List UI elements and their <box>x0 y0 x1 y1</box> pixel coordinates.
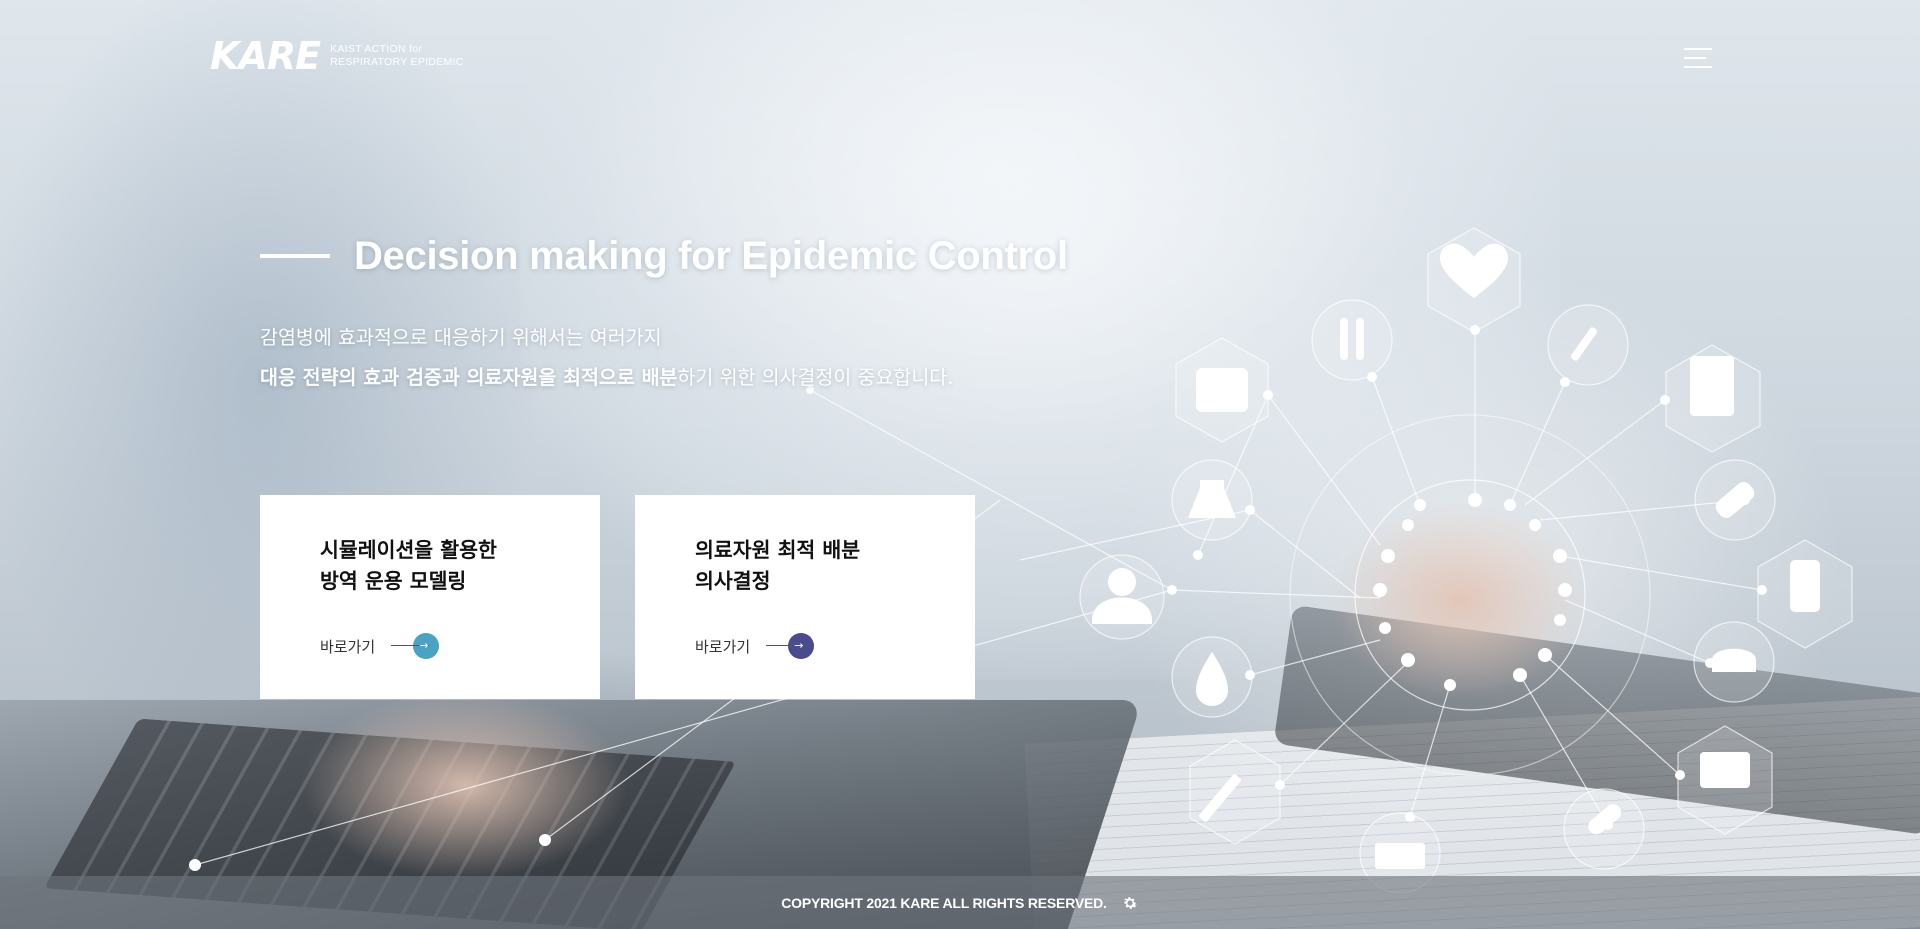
hero-background <box>0 0 1920 929</box>
card-title: 의료자원 최적 배분 의사결정 <box>695 535 975 597</box>
card-shortcut-link[interactable]: 바로가기 → <box>320 633 440 659</box>
hero-description: 감염병에 효과적으로 대응하기 위해서는 여러가지 대응 전략의 효과 검증과 … <box>260 318 953 398</box>
logo-subtitle-line1: KAIST ACTION for <box>330 43 423 55</box>
menu-bar <box>1684 66 1712 68</box>
logo-subtitle-line2: RESPIRATORY EPIDEMIC <box>330 56 464 68</box>
card-title-line2: 의사결정 <box>695 569 771 593</box>
logo-subtitle: KAIST ACTION for RESPIRATORY EPIDEMIC <box>330 43 464 69</box>
card-title: 시뮬레이션을 활용한 방역 운용 모델링 <box>320 535 600 597</box>
card-resource-allocation[interactable]: 의료자원 최적 배분 의사결정 바로가기 → <box>635 495 975 699</box>
card-shortcut-link[interactable]: 바로가기 → <box>695 633 815 659</box>
copyright-text: COPYRIGHT 2021 KARE ALL RIGHTS RESERVED. <box>781 894 1107 911</box>
title-accent-line <box>260 254 330 258</box>
hero-desc-line2-rest: 하기 위한 의사결정이 중요합니다. <box>677 366 954 389</box>
hero-desc-line2: 대응 전략의 효과 검증과 의료자원을 최적으로 배분하기 위한 의사결정이 중… <box>260 358 953 398</box>
footer: COPYRIGHT 2021 KARE ALL RIGHTS RESERVED. <box>0 876 1920 929</box>
medical-network-graphic <box>189 227 1853 894</box>
site-logo[interactable]: KARE KAIST ACTION for RESPIRATORY EPIDEM… <box>210 37 464 75</box>
menu-bar <box>1684 57 1706 59</box>
shortcut-label: 바로가기 <box>695 637 751 656</box>
hero-desc-line1: 감염병에 효과적으로 대응하기 위해서는 여러가지 <box>260 326 662 349</box>
arrow-head: → <box>794 639 804 652</box>
hero-title: Decision making for Epidemic Control <box>354 234 1068 278</box>
arrow-right-icon[interactable]: → <box>766 633 815 659</box>
card-title-line2: 방역 운용 모델링 <box>320 569 467 593</box>
hamburger-menu-icon[interactable] <box>1684 48 1712 72</box>
card-simulation-modeling[interactable]: 시뮬레이션을 활용한 방역 운용 모델링 바로가기 → <box>260 495 600 699</box>
gear-icon[interactable] <box>1121 894 1139 912</box>
arrow-right-icon[interactable]: → <box>391 633 440 659</box>
card-title-line1: 시뮬레이션을 활용한 <box>320 538 497 562</box>
arrow-head: → <box>419 639 429 652</box>
kare-logo-mark: KARE <box>210 34 321 78</box>
card-title-line1: 의료자원 최적 배분 <box>695 538 861 562</box>
hero-desc-line2-bold: 대응 전략의 효과 검증과 의료자원을 최적으로 배분 <box>260 366 678 389</box>
menu-bar <box>1684 48 1712 50</box>
shortcut-label: 바로가기 <box>320 637 376 656</box>
